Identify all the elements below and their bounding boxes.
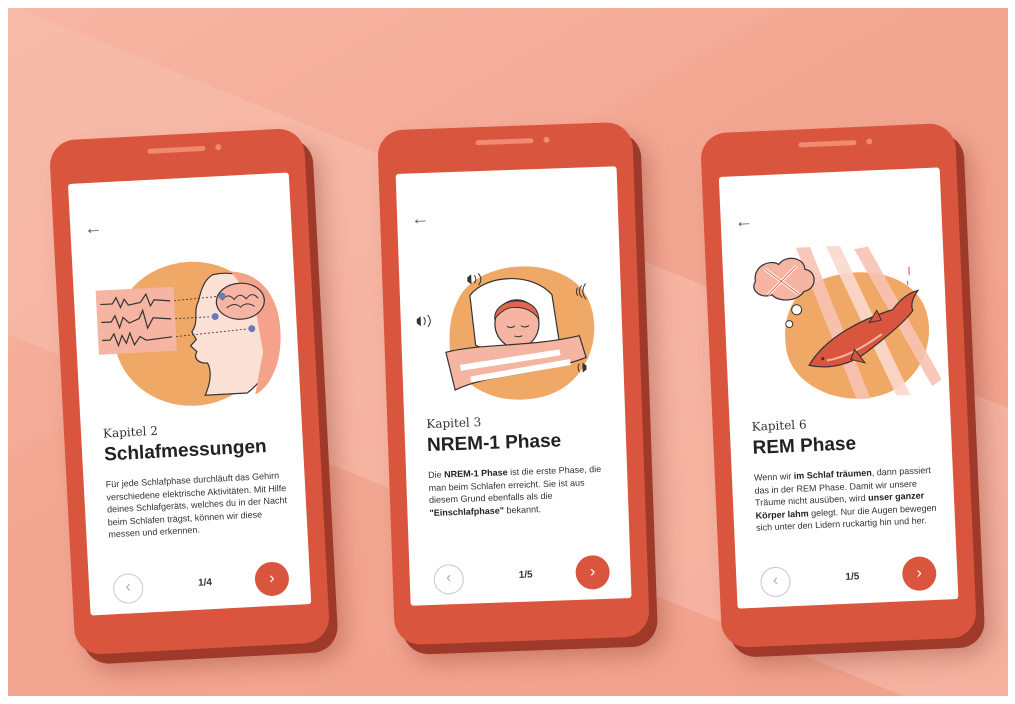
- back-arrow-icon[interactable]: ←: [734, 211, 753, 232]
- phone-speaker: [147, 145, 206, 154]
- page-counter: 1/5: [845, 571, 860, 583]
- phone-camera: [866, 138, 873, 145]
- body-text-segment: bekannt.: [503, 503, 542, 515]
- page-counter: 1/5: [518, 569, 533, 581]
- next-button[interactable]: ›: [901, 555, 938, 592]
- chapter-label: Kapitel 2: [102, 423, 159, 441]
- page-title: REM Phase: [752, 433, 857, 459]
- page-title: NREM-1 Phase: [426, 430, 562, 457]
- back-arrow-icon[interactable]: ←: [84, 217, 103, 238]
- app-screen: ← Kapitel 3 NREM-1 Phase Die NREM-1 Phas…: [395, 166, 632, 606]
- next-button[interactable]: ›: [254, 561, 290, 597]
- dreaming-dolphin-illustration: [753, 245, 942, 400]
- body-text: Wenn wir im Schlaf träumen, dann passier…: [754, 464, 941, 534]
- body-text-emphasis: NREM-1 Phase: [443, 467, 508, 480]
- chapter-label: Kapitel 3: [426, 415, 482, 432]
- phone-camera: [543, 136, 550, 143]
- phone-camera: [215, 144, 222, 151]
- body-text-segment: Für jede Schlafphase durchläuft das Gehi…: [105, 470, 288, 540]
- brain-eeg-illustration: [95, 261, 281, 406]
- body-text-emphasis: "Einschlafphase": [429, 504, 505, 518]
- app-screen: ← Kapitel 2 Schlafmessungen Für jede Sch…: [67, 172, 312, 616]
- body-text: Die NREM-1 Phase ist die erste Phase, di…: [428, 463, 614, 519]
- mockup-background: ← Kapitel 2 Schlafmessungen Für jede Sch…: [8, 8, 1008, 696]
- app-screen: ← Kapitel 6 REM Phase Wenn wir im Schlaf…: [718, 167, 959, 609]
- previous-button[interactable]: ‹: [112, 572, 144, 605]
- next-button[interactable]: ›: [575, 554, 611, 590]
- phone-speaker: [475, 138, 534, 146]
- page-counter: 1/4: [197, 577, 213, 589]
- page-title: Schlafmessungen: [103, 436, 268, 466]
- chapter-label: Kapitel 6: [751, 417, 807, 434]
- previous-button[interactable]: ‹: [433, 563, 465, 595]
- phone-mockup-3: ← Kapitel 6 REM Phase Wenn wir im Schlaf…: [699, 122, 978, 649]
- phone-mockup-1: ← Kapitel 2 Schlafmessungen Für jede Sch…: [48, 127, 331, 656]
- body-text: Für jede Schlafphase durchläuft das Gehi…: [105, 469, 292, 541]
- body-text-segment: Die: [427, 469, 445, 481]
- sleeping-person-illustration: [416, 266, 595, 400]
- phone-speaker: [798, 139, 857, 148]
- body-text-segment: Wenn wir: [753, 471, 794, 483]
- back-arrow-icon[interactable]: ←: [411, 208, 430, 229]
- phone-mockup-2: ← Kapitel 3 NREM-1 Phase Die NREM-1 Phas…: [377, 121, 650, 646]
- body-text-emphasis: im Schlaf träumen: [793, 467, 872, 482]
- previous-button[interactable]: ‹: [759, 566, 792, 598]
